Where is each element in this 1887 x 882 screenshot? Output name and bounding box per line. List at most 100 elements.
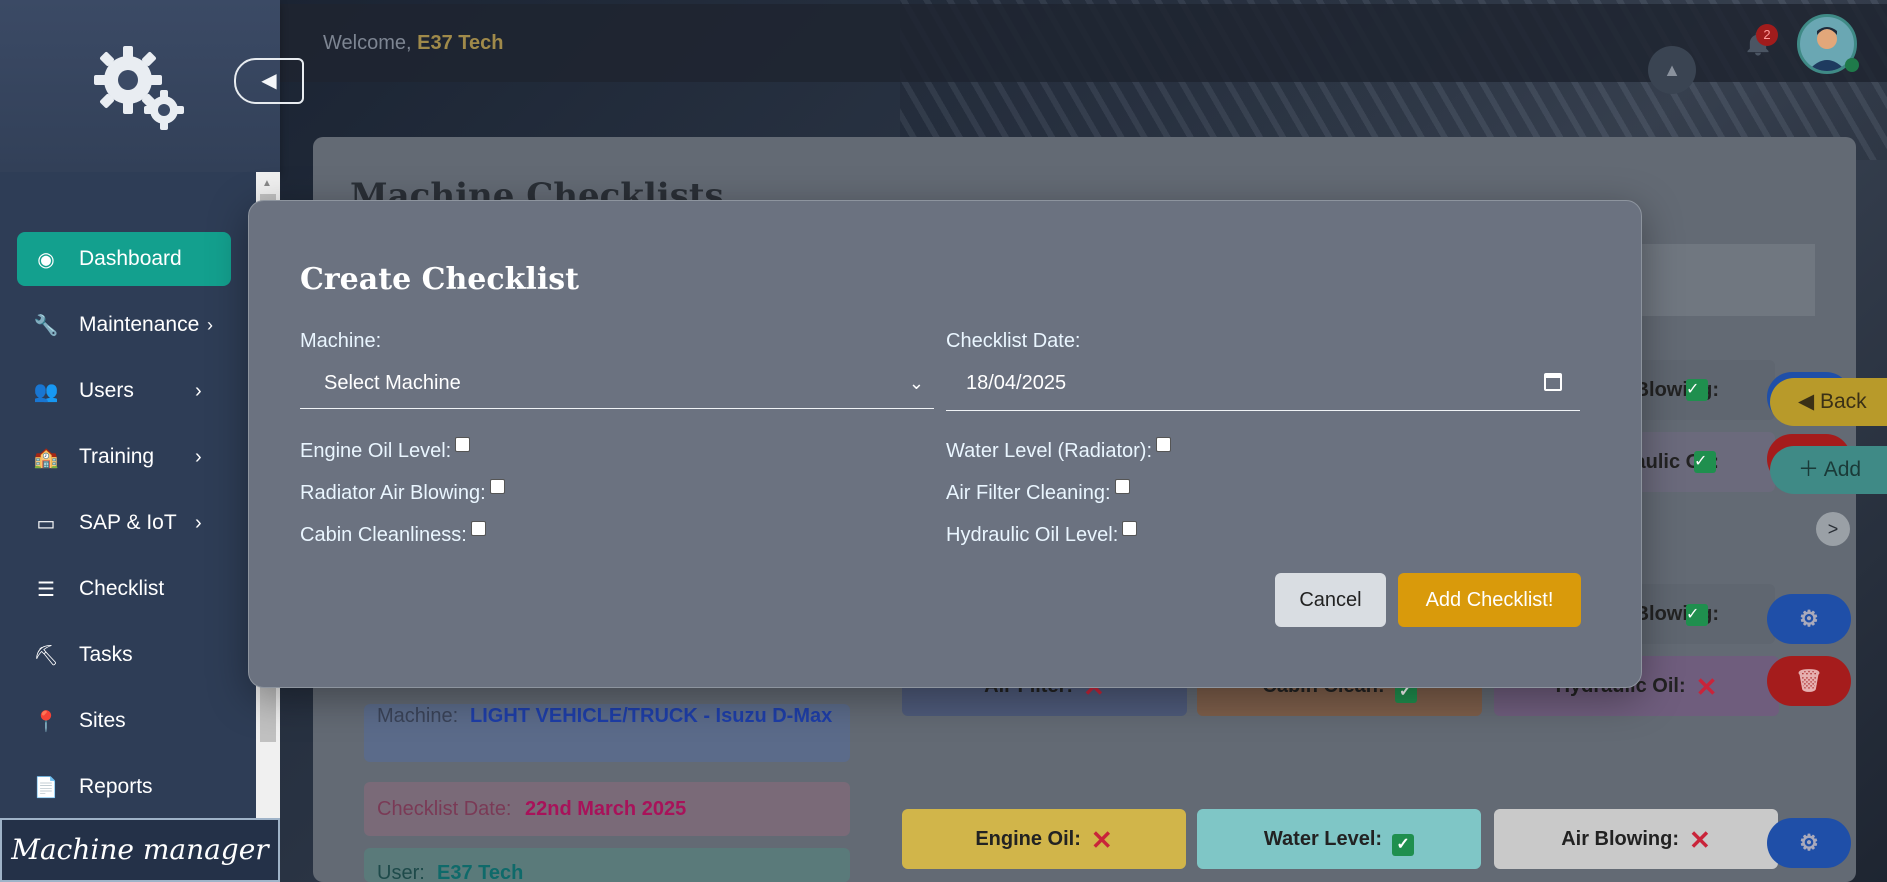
engine-oil-level-field: Engine Oil Level: xyxy=(300,437,471,463)
tag-water-level: Water Level: ✓ xyxy=(1197,809,1481,869)
sidebar-item-label: Tasks xyxy=(79,643,133,666)
sidebar-item-sites[interactable]: 📍 Sites xyxy=(17,694,231,748)
back-button[interactable]: ◀ Back xyxy=(1770,378,1887,426)
gears-logo-icon xyxy=(90,40,190,132)
tag-air-blowing: Air Blowing: ✕ xyxy=(1494,809,1778,869)
tasks-icon: ⛏ xyxy=(33,644,59,667)
sidebar-item-users[interactable]: 👥 Users › xyxy=(17,364,231,418)
check-label: Cabin Cleanliness: xyxy=(300,524,467,546)
sidebar-item-maintenance[interactable]: 🔧 Maintenance › xyxy=(17,298,231,352)
cross-icon: ✕ xyxy=(1688,824,1711,855)
sidebar-item-label: SAP & IoT xyxy=(79,511,177,534)
sidebar-item-label: Users xyxy=(79,379,134,402)
wrench-icon: 🔧 xyxy=(33,314,59,337)
sidebar-item-label: Sites xyxy=(79,709,126,732)
chevron-down-icon: ⌄ xyxy=(908,373,924,393)
check-icon: ✓ xyxy=(1686,604,1708,626)
sidebar-item-reports[interactable]: 📄 Reports xyxy=(17,760,231,814)
caret-left-icon: ◀ xyxy=(261,70,277,92)
gear-icon: ⚙ xyxy=(1799,606,1819,631)
training-icon: 🏫 xyxy=(33,446,59,469)
user-name: E37 Tech xyxy=(417,32,504,54)
gear-icon: ⚙ xyxy=(1799,830,1819,855)
water-level-checkbox[interactable] xyxy=(1156,437,1171,452)
machine-value: LIGHT VEHICLE/TRUCK - Isuzu D-Max xyxy=(470,705,833,727)
air-filter-cleaning-field: Air Filter Cleaning: xyxy=(946,479,1130,505)
sidebar-item-checklist[interactable]: ☰ Checklist xyxy=(17,562,231,616)
sidebar-item-dashboard[interactable]: ◉ Dashboard xyxy=(17,232,231,286)
add-label: Add xyxy=(1823,458,1862,481)
sidebar-item-label: Maintenance xyxy=(79,313,200,336)
calendar-icon[interactable] xyxy=(1544,373,1562,391)
sidebar-item-label: Dashboard xyxy=(79,247,182,270)
sidebar-item-sap-iot[interactable]: ▭ SAP & IoT › xyxy=(17,496,231,550)
settings-button[interactable]: ⚙ xyxy=(1767,594,1851,644)
trash-icon: 🗑 xyxy=(1795,668,1823,693)
users-icon: 👥 xyxy=(33,380,59,403)
report-icon: 📄 xyxy=(33,776,59,799)
sidebar-item-label: Checklist xyxy=(79,577,165,600)
online-status-dot xyxy=(1845,58,1859,72)
date-label: Checklist Date: xyxy=(377,798,512,820)
chevron-right-icon: › xyxy=(195,445,202,468)
engine-oil-level-checkbox[interactable] xyxy=(455,437,471,452)
machine-select-value: Select Machine xyxy=(324,372,461,394)
welcome-text: Welcome, E37 Tech xyxy=(323,32,503,55)
back-label: Back xyxy=(1820,390,1867,413)
tag-label: Air Blowing: xyxy=(1561,828,1679,850)
water-level-field: Water Level (Radiator): xyxy=(946,437,1171,463)
plus-icon: ＋ xyxy=(1798,458,1819,481)
sidebar-item-label: Training xyxy=(79,445,155,468)
chevron-right-icon: › xyxy=(207,314,213,335)
user-label: User: xyxy=(377,862,425,882)
check-label: Engine Oil Level: xyxy=(300,440,452,462)
check-label: Water Level (Radiator): xyxy=(946,440,1152,462)
sap-icon: ▭ xyxy=(36,512,56,535)
scroll-up-arrow[interactable]: ▲ xyxy=(262,178,272,189)
notification-badge: 2 xyxy=(1756,24,1778,46)
top-bar xyxy=(280,4,1887,82)
sidebar-item-label: Reports xyxy=(79,775,153,798)
location-pin-icon: 📍 xyxy=(33,710,59,733)
caret-left-icon: ◀ xyxy=(1798,390,1815,413)
tag-label: Water Level: xyxy=(1263,828,1383,850)
cross-icon: ✕ xyxy=(1695,671,1718,702)
machine-field-label: Machine: xyxy=(300,330,382,352)
add-checklist-button[interactable]: Add Checklist! xyxy=(1398,573,1581,627)
dashboard-icon: ◉ xyxy=(37,248,55,271)
tag-label: Engine Oil: xyxy=(975,828,1081,850)
add-button[interactable]: ＋ Add xyxy=(1770,446,1887,494)
machine-select[interactable]: Select Machine ⌄ xyxy=(300,361,934,409)
tag-engine-oil: Engine Oil: ✕ xyxy=(902,809,1186,869)
chevron-right-icon: › xyxy=(195,511,202,534)
modal-title: Create Checklist xyxy=(300,262,579,297)
check-icon: ✓ xyxy=(1686,379,1708,401)
settings-button[interactable]: ⚙ xyxy=(1767,818,1851,868)
cabin-cleanliness-checkbox[interactable] xyxy=(470,521,486,536)
cancel-button[interactable]: Cancel xyxy=(1275,573,1386,627)
check-label: Hydraulic Oil Level: xyxy=(946,524,1119,546)
date-value: 22nd March 2025 xyxy=(525,798,687,820)
air-filter-cleaning-checkbox[interactable] xyxy=(1114,479,1130,494)
check-icon: ✓ xyxy=(1392,833,1415,856)
cabin-cleanliness-field: Cabin Cleanliness: xyxy=(300,521,486,547)
delete-button[interactable]: 🗑 xyxy=(1767,656,1851,706)
date-field-label: Checklist Date: xyxy=(946,330,1081,352)
sidebar-item-tasks[interactable]: ⛏ Tasks xyxy=(17,628,231,682)
radiator-air-blowing-checkbox[interactable] xyxy=(489,479,505,494)
brand-footer: Machine manager xyxy=(0,818,280,882)
checklist-icon: ☰ xyxy=(37,578,55,601)
scroll-top-button[interactable]: ▲ xyxy=(1648,46,1696,94)
user-value: E37 Tech xyxy=(437,862,524,882)
hydraulic-oil-level-field: Hydraulic Oil Level: xyxy=(946,521,1138,547)
check-label: Radiator Air Blowing: xyxy=(300,482,486,504)
welcome-prefix: Welcome, xyxy=(323,32,418,54)
cross-icon: ✕ xyxy=(1090,824,1113,855)
chevron-right-icon: › xyxy=(195,379,202,402)
chevron-right-icon[interactable]: > xyxy=(1816,512,1850,546)
check-label: Air Filter Cleaning: xyxy=(946,482,1111,504)
sidebar-collapse-button[interactable]: ◀ xyxy=(234,58,304,104)
sidebar-item-training[interactable]: 🏫 Training › xyxy=(17,430,231,484)
checklist-date-input[interactable]: 18/04/2025 xyxy=(946,361,1580,411)
hydraulic-oil-level-checkbox[interactable] xyxy=(1122,521,1138,536)
